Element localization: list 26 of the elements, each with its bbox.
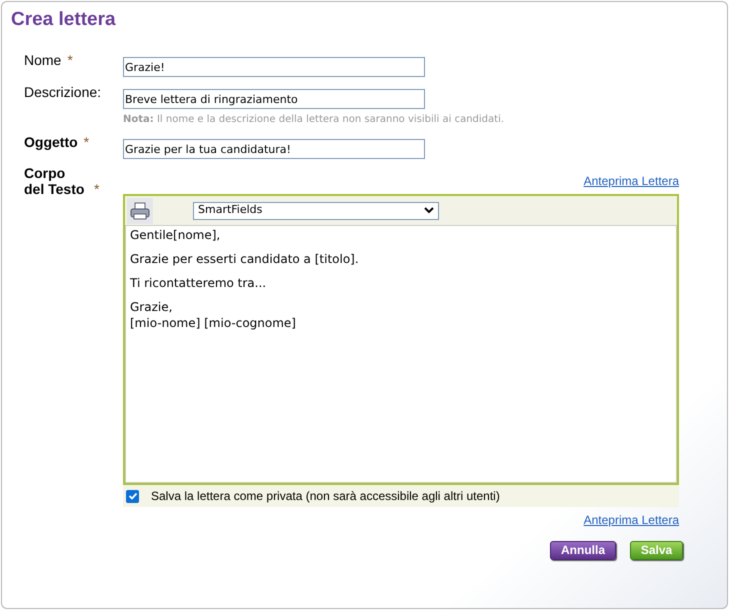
required-mark: * (67, 52, 73, 68)
field-label: Descrizione: (24, 84, 102, 100)
letter-text-line: Grazie, (130, 299, 174, 315)
letter-text-line: Gentile[nome], (130, 227, 222, 243)
smartfields-dropdown[interactable]: SmartFields (193, 202, 439, 220)
text-field[interactable]: Grazie! (123, 57, 425, 77)
text-field[interactable]: Grazie per la tua candidatura! (123, 139, 425, 159)
letter-text-line: Grazie per esserti candidato a [titolo]. (130, 251, 360, 267)
field-label: Corpo del Testo (24, 165, 86, 197)
text-field[interactable]: Breve lettera di ringraziamento (123, 89, 425, 109)
print-icon[interactable] (127, 198, 153, 224)
preview-link[interactable]: Anteprima Lettera (584, 511, 679, 529)
preview-link[interactable]: Anteprima Lettera (584, 172, 679, 190)
letter-body-field[interactable]: Gentile[nome], Grazie per esserti candidato a [titolo]. Ti ricontatteremo tra... Grazie, [mio-nome] [mio-cognome] (125, 225, 677, 483)
field-note: Nota: Il nome e la descrizione della lettera non saranno visibili ai candidati. (123, 113, 504, 127)
chevron-down-icon (424, 207, 434, 214)
required-mark: * (94, 181, 100, 197)
field-label: Nome (24, 52, 62, 68)
cancel-button[interactable]: Annulla (550, 541, 616, 560)
required-mark: * (84, 134, 90, 150)
private-checkbox[interactable] (126, 490, 139, 502)
field-label: Oggetto (24, 134, 78, 150)
page-title: Crea lettera (11, 8, 116, 32)
checkbox-label: Salva la lettera come privata (non sarà accessibile agli altri utenti) (151, 488, 500, 505)
letter-text-line: [mio-nome] [mio-cognome] (130, 315, 297, 331)
letter-text-line: Ti ricontatteremo tra... (130, 275, 268, 291)
